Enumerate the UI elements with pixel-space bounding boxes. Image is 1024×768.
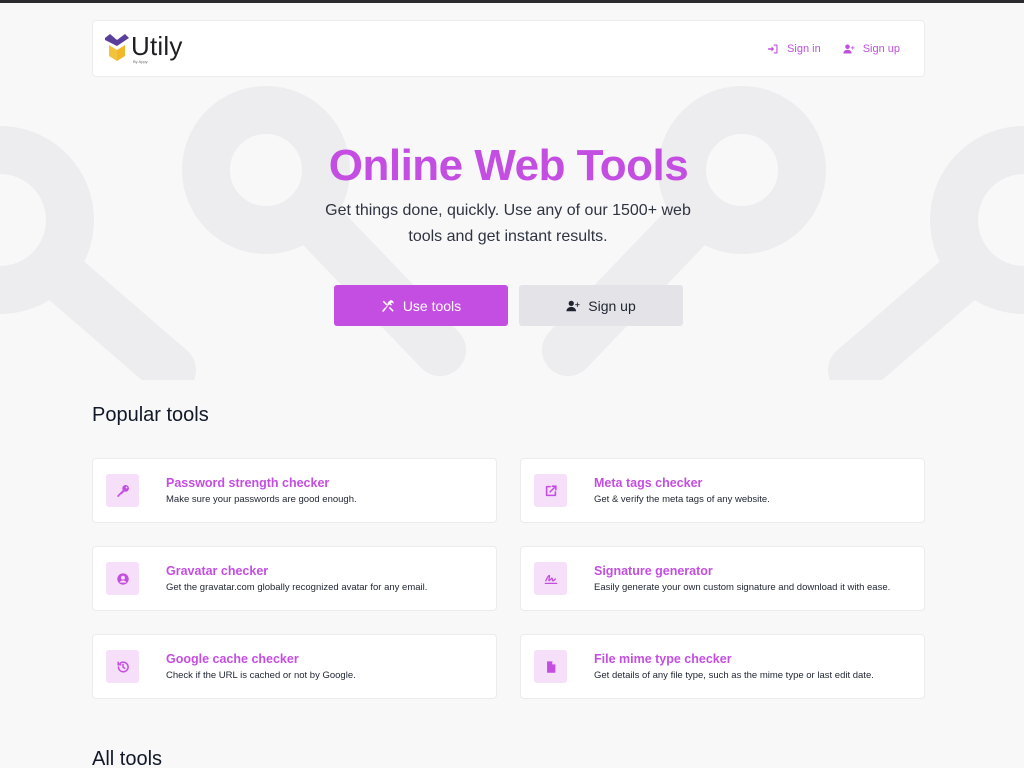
hero-sign-up-button[interactable]: Sign up <box>519 285 683 326</box>
key-icon <box>116 484 129 497</box>
header-nav: Sign in Sign up <box>767 43 900 55</box>
history-icon <box>116 660 129 673</box>
external-link-icon <box>545 484 557 496</box>
tool-icon-box <box>534 650 567 683</box>
tool-title: Password strength checker <box>166 476 330 490</box>
window-top-edge <box>0 0 1024 3</box>
sign-in-link[interactable]: Sign in <box>767 43 821 55</box>
tool-description: Check if the URL is cached or not by Goo… <box>166 670 356 681</box>
tool-title: Google cache checker <box>166 652 299 666</box>
sign-up-label: Sign up <box>862 42 900 55</box>
tool-card[interactable]: File mime type checker Get details of an… <box>520 634 925 699</box>
tool-title: Signature generator <box>594 564 713 578</box>
tool-icon-box <box>534 562 567 595</box>
tool-icon-box <box>106 474 139 507</box>
tool-card[interactable]: Gravatar checker Get the gravatar.com gl… <box>92 546 497 611</box>
tool-card[interactable]: Google cache checker Check if the URL is… <box>92 634 497 699</box>
use-tools-label: Use tools <box>402 297 462 314</box>
site-header: Utily By Appy Sign in Sign up <box>92 20 925 77</box>
user-circle-icon <box>116 572 129 585</box>
all-tools-heading: All tools <box>92 748 163 768</box>
hero-title: Online Web Tools <box>328 141 689 190</box>
signature-icon <box>544 574 557 584</box>
brand-name: Utily <box>131 31 183 61</box>
use-tools-button[interactable]: Use tools <box>334 285 508 326</box>
tool-description: Make sure your passwords are good enough… <box>166 494 357 505</box>
user-plus-icon <box>566 300 580 311</box>
tool-title: Gravatar checker <box>166 564 269 578</box>
sign-up-link[interactable]: Sign up <box>843 43 900 55</box>
hero-sign-up-label: Sign up <box>588 297 636 314</box>
tool-description: Get & verify the meta tags of any websit… <box>594 494 770 505</box>
tool-card[interactable]: Password strength checker Make sure your… <box>92 458 497 523</box>
hero-subtitle: Get things done, quickly. Use any of our… <box>325 202 691 245</box>
logo-mark-icon <box>105 33 129 61</box>
brand-logo[interactable]: Utily By Appy <box>105 33 183 64</box>
popular-tools-heading: Popular tools <box>92 404 209 426</box>
file-icon <box>546 660 555 673</box>
tool-icon-box <box>106 650 139 683</box>
tool-title: File mime type checker <box>594 652 732 666</box>
tool-description: Get the gravatar.com globally recognized… <box>166 582 428 593</box>
tool-description: Easily generate your own custom signatur… <box>594 582 891 593</box>
tools-icon <box>382 299 394 312</box>
tool-card[interactable]: Meta tags checker Get & verify the meta … <box>520 458 925 523</box>
sign-in-label: Sign in <box>787 42 821 55</box>
tool-card[interactable]: Signature generator Easily generate your… <box>520 546 925 611</box>
tool-description: Get details of any file type, such as th… <box>594 670 874 681</box>
user-plus-icon <box>843 44 855 53</box>
sign-in-icon <box>768 44 778 53</box>
tool-icon-box <box>106 562 139 595</box>
brand-tagline: By Appy <box>133 59 148 64</box>
tool-title: Meta tags checker <box>594 476 703 490</box>
tool-icon-box <box>534 474 567 507</box>
